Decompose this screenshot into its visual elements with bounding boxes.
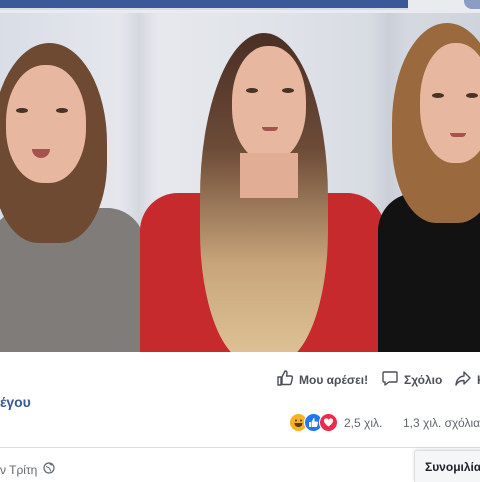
like-label: Μου αρέσει! bbox=[299, 372, 369, 387]
reaction-summary[interactable] bbox=[289, 413, 338, 432]
mouth bbox=[262, 127, 278, 131]
eye bbox=[246, 88, 258, 93]
face-middle bbox=[232, 46, 306, 161]
face-left bbox=[6, 65, 86, 183]
profile-avatar[interactable] bbox=[464, 0, 480, 9]
comment-button[interactable]: Σχόλιο bbox=[381, 369, 442, 390]
globe-icon bbox=[43, 462, 55, 477]
eye bbox=[432, 93, 444, 98]
face-right bbox=[420, 43, 480, 163]
top-bar bbox=[0, 0, 480, 13]
love-icon bbox=[319, 413, 338, 432]
eye bbox=[56, 108, 68, 113]
share-arrow-icon bbox=[454, 369, 472, 390]
eye bbox=[16, 108, 28, 113]
thumbs-up-icon bbox=[276, 369, 294, 390]
divider bbox=[0, 447, 480, 448]
video-player[interactable] bbox=[0, 13, 480, 352]
chat-tab-label: Συνομιλία bbox=[425, 460, 480, 474]
page-name-link[interactable]: έγου bbox=[0, 394, 31, 410]
comment-label: Σχόλιο bbox=[404, 372, 443, 387]
share-button[interactable]: Κ bbox=[454, 369, 480, 390]
chat-tab[interactable]: Συνομιλία bbox=[414, 450, 480, 482]
comment-icon bbox=[381, 369, 399, 390]
facebook-header-bar bbox=[0, 0, 408, 10]
comments-count[interactable]: 1,3 χιλ. σχόλια bbox=[403, 416, 480, 430]
post-timestamp: ν Τρίτη bbox=[0, 462, 55, 477]
neck bbox=[240, 153, 298, 198]
eye bbox=[466, 93, 478, 98]
mouth bbox=[450, 133, 466, 137]
like-button[interactable]: Μου αρέσει! bbox=[276, 369, 368, 390]
reaction-count[interactable]: 2,5 χιλ. bbox=[344, 416, 382, 430]
eye bbox=[282, 88, 294, 93]
timestamp-text[interactable]: ν Τρίτη bbox=[0, 463, 37, 477]
